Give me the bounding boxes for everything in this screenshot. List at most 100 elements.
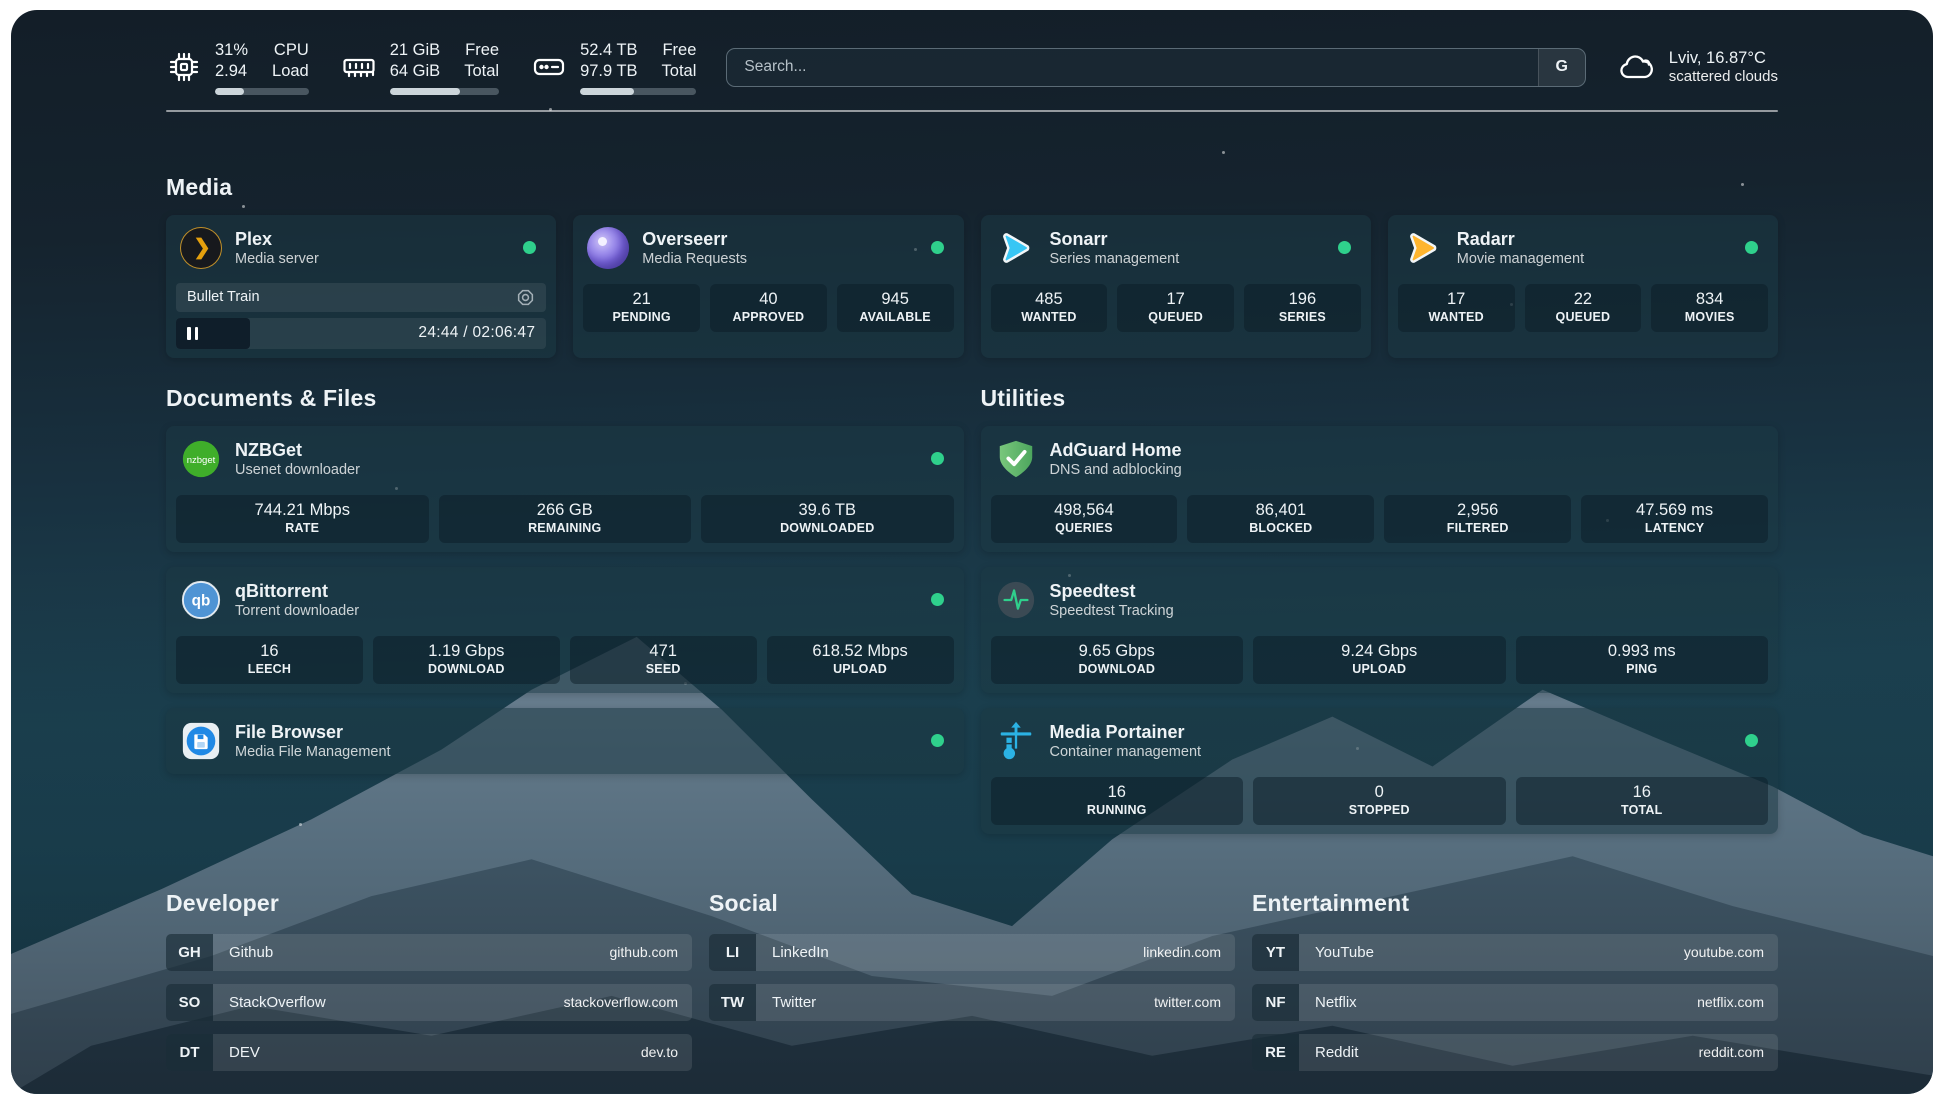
playback-progress-bar[interactable]: 24:44 / 02:06:47 — [176, 318, 546, 349]
svg-text:qb: qb — [192, 593, 211, 610]
bookmark-abbr: LI — [709, 934, 756, 971]
bookmark-abbr: TW — [709, 984, 756, 1021]
search-provider-button[interactable]: G — [1538, 49, 1585, 86]
service-subtitle: Media server — [235, 250, 319, 268]
playback-time: 24:44 / 02:06:47 — [418, 324, 535, 342]
bookmark-twitter[interactable]: TW Twitter twitter.com — [709, 984, 1235, 1021]
bookmark-label: Github — [229, 944, 273, 961]
service-name: Speedtest — [1050, 580, 1174, 603]
bookmark-reddit[interactable]: RE Reddit reddit.com — [1252, 1034, 1778, 1071]
service-name: Radarr — [1457, 228, 1584, 251]
search-input[interactable] — [727, 49, 1537, 86]
service-card-filebrowser: File Browser Media File Management — [166, 708, 964, 774]
bookmark-abbr: NF — [1252, 984, 1299, 1021]
disk-icon — [531, 49, 567, 85]
weather-widget[interactable]: Lviv, 16.87°C scattered clouds — [1616, 47, 1778, 87]
section-title-documents: Documents & Files — [166, 385, 964, 412]
status-dot — [931, 241, 944, 254]
bookmark-stackoverflow[interactable]: SO StackOverflow stackoverflow.com — [166, 984, 692, 1021]
cpu-value-1: 31% — [215, 40, 248, 61]
filebrowser-link[interactable]: File Browser Media File Management — [176, 717, 954, 765]
section-title-entertainment: Entertainment — [1252, 890, 1778, 917]
bookmark-netflix[interactable]: NF Netflix netflix.com — [1252, 984, 1778, 1021]
bookmark-abbr: GH — [166, 934, 213, 971]
sonarr-icon — [995, 227, 1037, 269]
bookmark-dev[interactable]: DT DEV dev.to — [166, 1034, 692, 1071]
nzbget-icon: nzbget — [180, 438, 222, 480]
status-dot — [523, 241, 536, 254]
radarr-icon — [1402, 227, 1444, 269]
section-title-developer: Developer — [166, 890, 692, 917]
svg-text:nzbget: nzbget — [187, 455, 216, 466]
adguard-link[interactable]: AdGuard Home DNS and adblocking — [991, 435, 1769, 483]
bookmark-label: StackOverflow — [229, 994, 326, 1011]
stat-leech: 16LEECH — [176, 636, 363, 684]
topbar-divider — [166, 110, 1778, 112]
service-name: Sonarr — [1050, 228, 1180, 251]
service-subtitle: Media Requests — [642, 250, 747, 268]
bookmark-label: DEV — [229, 1044, 260, 1061]
stat-download: 9.65 GbpsDOWNLOAD — [991, 636, 1244, 684]
bookmark-domain: twitter.com — [1154, 994, 1221, 1010]
speedtest-link[interactable]: Speedtest Speedtest Tracking — [991, 576, 1769, 624]
disk-label-2: Total — [662, 61, 697, 82]
stat-series: 196SERIES — [1244, 284, 1361, 332]
service-name: qBittorrent — [235, 580, 359, 603]
status-dot — [1338, 241, 1351, 254]
service-subtitle: Media File Management — [235, 743, 391, 761]
stat-downloaded: 39.6 TBDOWNLOADED — [701, 495, 954, 543]
cpu-progress-bar — [215, 88, 309, 95]
weather-summary: Lviv, 16.87°C — [1669, 49, 1778, 68]
stat-queries: 498,564QUERIES — [991, 495, 1178, 543]
bookmark-label: LinkedIn — [772, 944, 829, 961]
service-name: NZBGet — [235, 439, 360, 462]
stat-total: 16TOTAL — [1516, 777, 1769, 825]
stat-queued: 22QUEUED — [1525, 284, 1642, 332]
memory-value-1: 21 GiB — [390, 40, 440, 61]
bookmark-domain: dev.to — [641, 1044, 678, 1060]
service-subtitle: DNS and adblocking — [1050, 461, 1182, 479]
stat-stopped: 0STOPPED — [1253, 777, 1506, 825]
bookmark-domain: linkedin.com — [1143, 944, 1221, 960]
overseerr-link[interactable]: Overseerr Media Requests — [583, 224, 953, 272]
nzbget-link[interactable]: nzbget NZBGet Usenet downloader — [176, 435, 954, 483]
stat-seed: 471SEED — [570, 636, 757, 684]
service-name: AdGuard Home — [1050, 439, 1182, 462]
portainer-link[interactable]: Media Portainer Container management — [991, 717, 1769, 765]
plex-link[interactable]: ❯ Plex Media server — [176, 224, 546, 272]
search-bar: G — [726, 48, 1585, 87]
pause-button[interactable] — [187, 327, 198, 340]
service-card-plex: ❯ Plex Media server Bullet Train — [166, 215, 556, 358]
status-dot — [931, 593, 944, 606]
qbittorrent-link[interactable]: qb qBittorrent Torrent downloader — [176, 576, 954, 624]
service-subtitle: Container management — [1050, 743, 1202, 761]
service-card-radarr: Radarr Movie management 17WANTED 22QUEUE… — [1388, 215, 1778, 358]
service-subtitle: Speedtest Tracking — [1050, 602, 1174, 620]
adguard-icon — [995, 438, 1037, 480]
disk-widget: 52.4 TB Free 97.9 TB Total — [531, 40, 696, 95]
disk-value-2: 97.9 TB — [580, 61, 637, 82]
cpu-widget: 31% CPU 2.94 Load — [166, 40, 309, 95]
bookmark-label: Twitter — [772, 994, 816, 1011]
service-card-sonarr: Sonarr Series management 485WANTED 17QUE… — [981, 215, 1371, 358]
bookmark-linkedin[interactable]: LI LinkedIn linkedin.com — [709, 934, 1235, 971]
status-dot — [1745, 241, 1758, 254]
service-card-adguard: AdGuard Home DNS and adblocking 498,564Q… — [981, 426, 1779, 552]
radarr-link[interactable]: Radarr Movie management — [1398, 224, 1768, 272]
now-playing-icon[interactable] — [516, 288, 535, 307]
service-subtitle: Torrent downloader — [235, 602, 359, 620]
bookmark-youtube[interactable]: YT YouTube youtube.com — [1252, 934, 1778, 971]
stat-movies: 834MOVIES — [1651, 284, 1768, 332]
memory-widget: 21 GiB Free 64 GiB Total — [341, 40, 499, 95]
stat-available: 945AVAILABLE — [837, 284, 954, 332]
weather-condition: scattered clouds — [1669, 68, 1778, 85]
bookmark-label: Netflix — [1315, 994, 1357, 1011]
disk-value-1: 52.4 TB — [580, 40, 637, 61]
memory-value-2: 64 GiB — [390, 61, 440, 82]
bookmark-label: YouTube — [1315, 944, 1374, 961]
bookmark-github[interactable]: GH Github github.com — [166, 934, 692, 971]
disk-progress-bar — [580, 88, 696, 95]
cpu-value-2: 2.94 — [215, 61, 248, 82]
sonarr-link[interactable]: Sonarr Series management — [991, 224, 1361, 272]
stat-wanted: 485WANTED — [991, 284, 1108, 332]
